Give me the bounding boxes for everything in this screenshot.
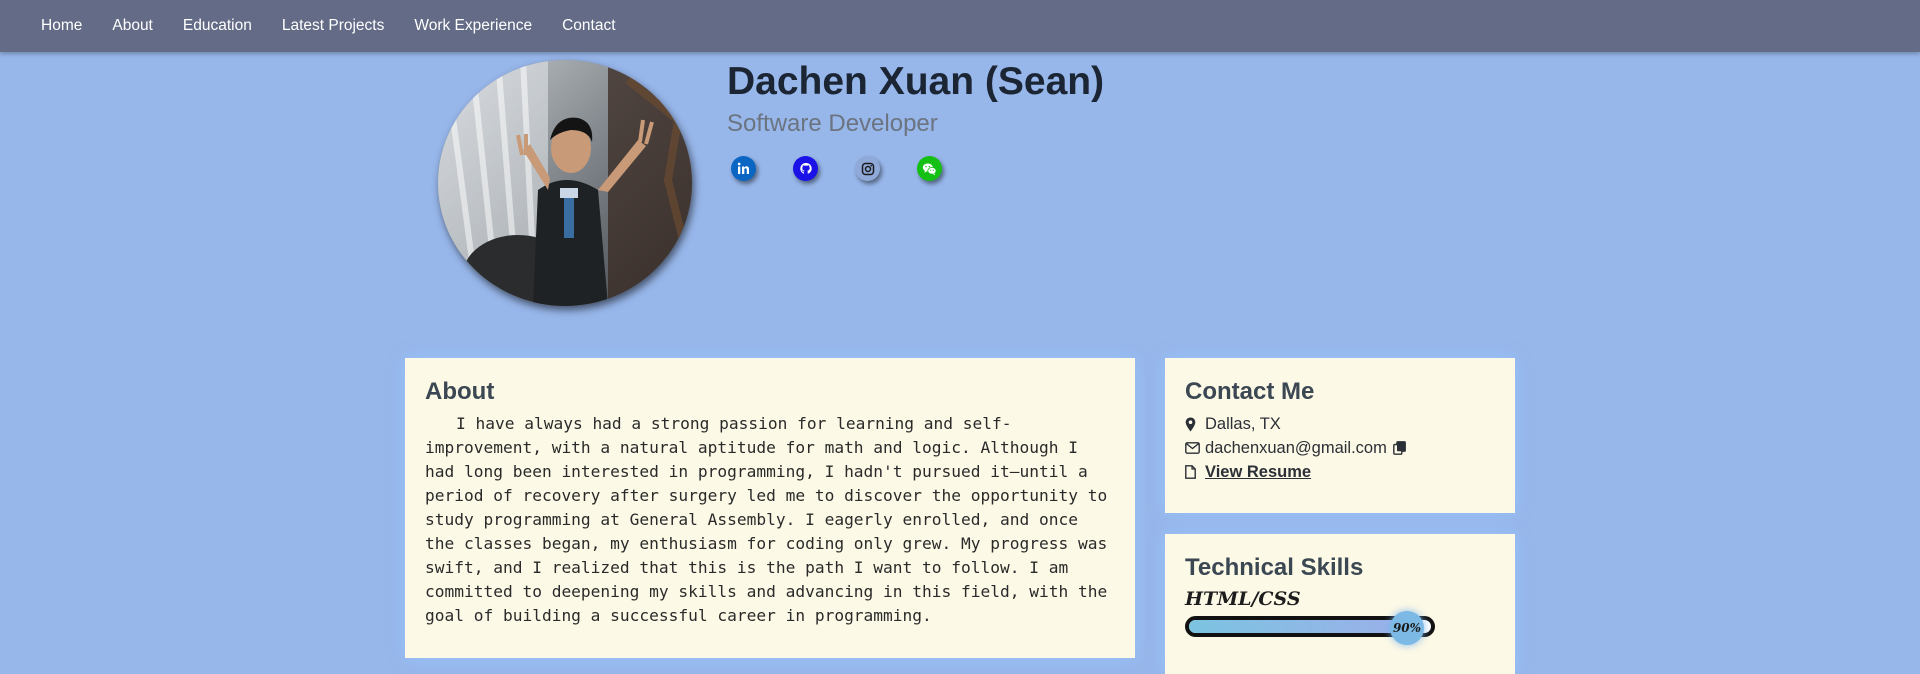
contact-email: dachenxuan@gmail.com — [1205, 438, 1387, 457]
nav-education[interactable]: Education — [183, 17, 252, 35]
contact-location: Dallas, TX — [1205, 414, 1281, 433]
linkedin-icon — [737, 162, 749, 174]
instagram-icon — [861, 162, 874, 175]
copy-icon[interactable] — [1392, 441, 1406, 455]
about-title: About — [425, 378, 495, 405]
github-button[interactable] — [793, 156, 818, 181]
nav-contact[interactable]: Contact — [562, 17, 615, 35]
about-text: I have always had a strong passion for l… — [425, 414, 1108, 625]
location-pin-icon — [1185, 417, 1205, 432]
contact-resume-row: View Resume — [1185, 460, 1495, 484]
nav-about[interactable]: About — [112, 17, 153, 35]
skill-progress-bar: 90% — [1185, 611, 1435, 645]
wechat-icon — [922, 163, 937, 175]
technical-skills-card: Technical Skills HTML/CSS 90% — [1165, 534, 1515, 674]
skills-title: Technical Skills — [1185, 554, 1364, 581]
about-card: About I have always had a strong passion… — [405, 358, 1135, 658]
github-icon — [799, 162, 812, 174]
contact-title: Contact Me — [1185, 378, 1315, 405]
view-resume-link[interactable]: View Resume — [1205, 463, 1311, 482]
profile-avatar — [438, 60, 692, 306]
file-icon — [1185, 465, 1205, 479]
envelope-icon — [1185, 442, 1205, 454]
contact-card: Contact Me Dallas, TX dachenxuan@gmail.c… — [1165, 358, 1515, 513]
instagram-button[interactable] — [855, 156, 880, 181]
wechat-button[interactable] — [917, 156, 942, 181]
nav-latest-projects[interactable]: Latest Projects — [282, 17, 385, 35]
profile-role: Software Developer — [727, 110, 938, 137]
skill-percent-badge: 90% — [1390, 611, 1424, 645]
skill-name: HTML/CSS — [1185, 588, 1301, 610]
nav-work-experience[interactable]: Work Experience — [414, 17, 532, 35]
nav-home[interactable]: Home — [41, 17, 82, 35]
navbar: Home About Education Latest Projects Wor… — [0, 0, 1920, 52]
profile-name: Dachen Xuan (Sean) — [727, 60, 1105, 103]
linkedin-button[interactable] — [731, 156, 756, 181]
skill-progress-fill — [1189, 620, 1407, 633]
contact-location-row: Dallas, TX — [1185, 412, 1495, 436]
contact-email-row: dachenxuan@gmail.com — [1185, 436, 1495, 460]
social-links — [731, 156, 979, 181]
